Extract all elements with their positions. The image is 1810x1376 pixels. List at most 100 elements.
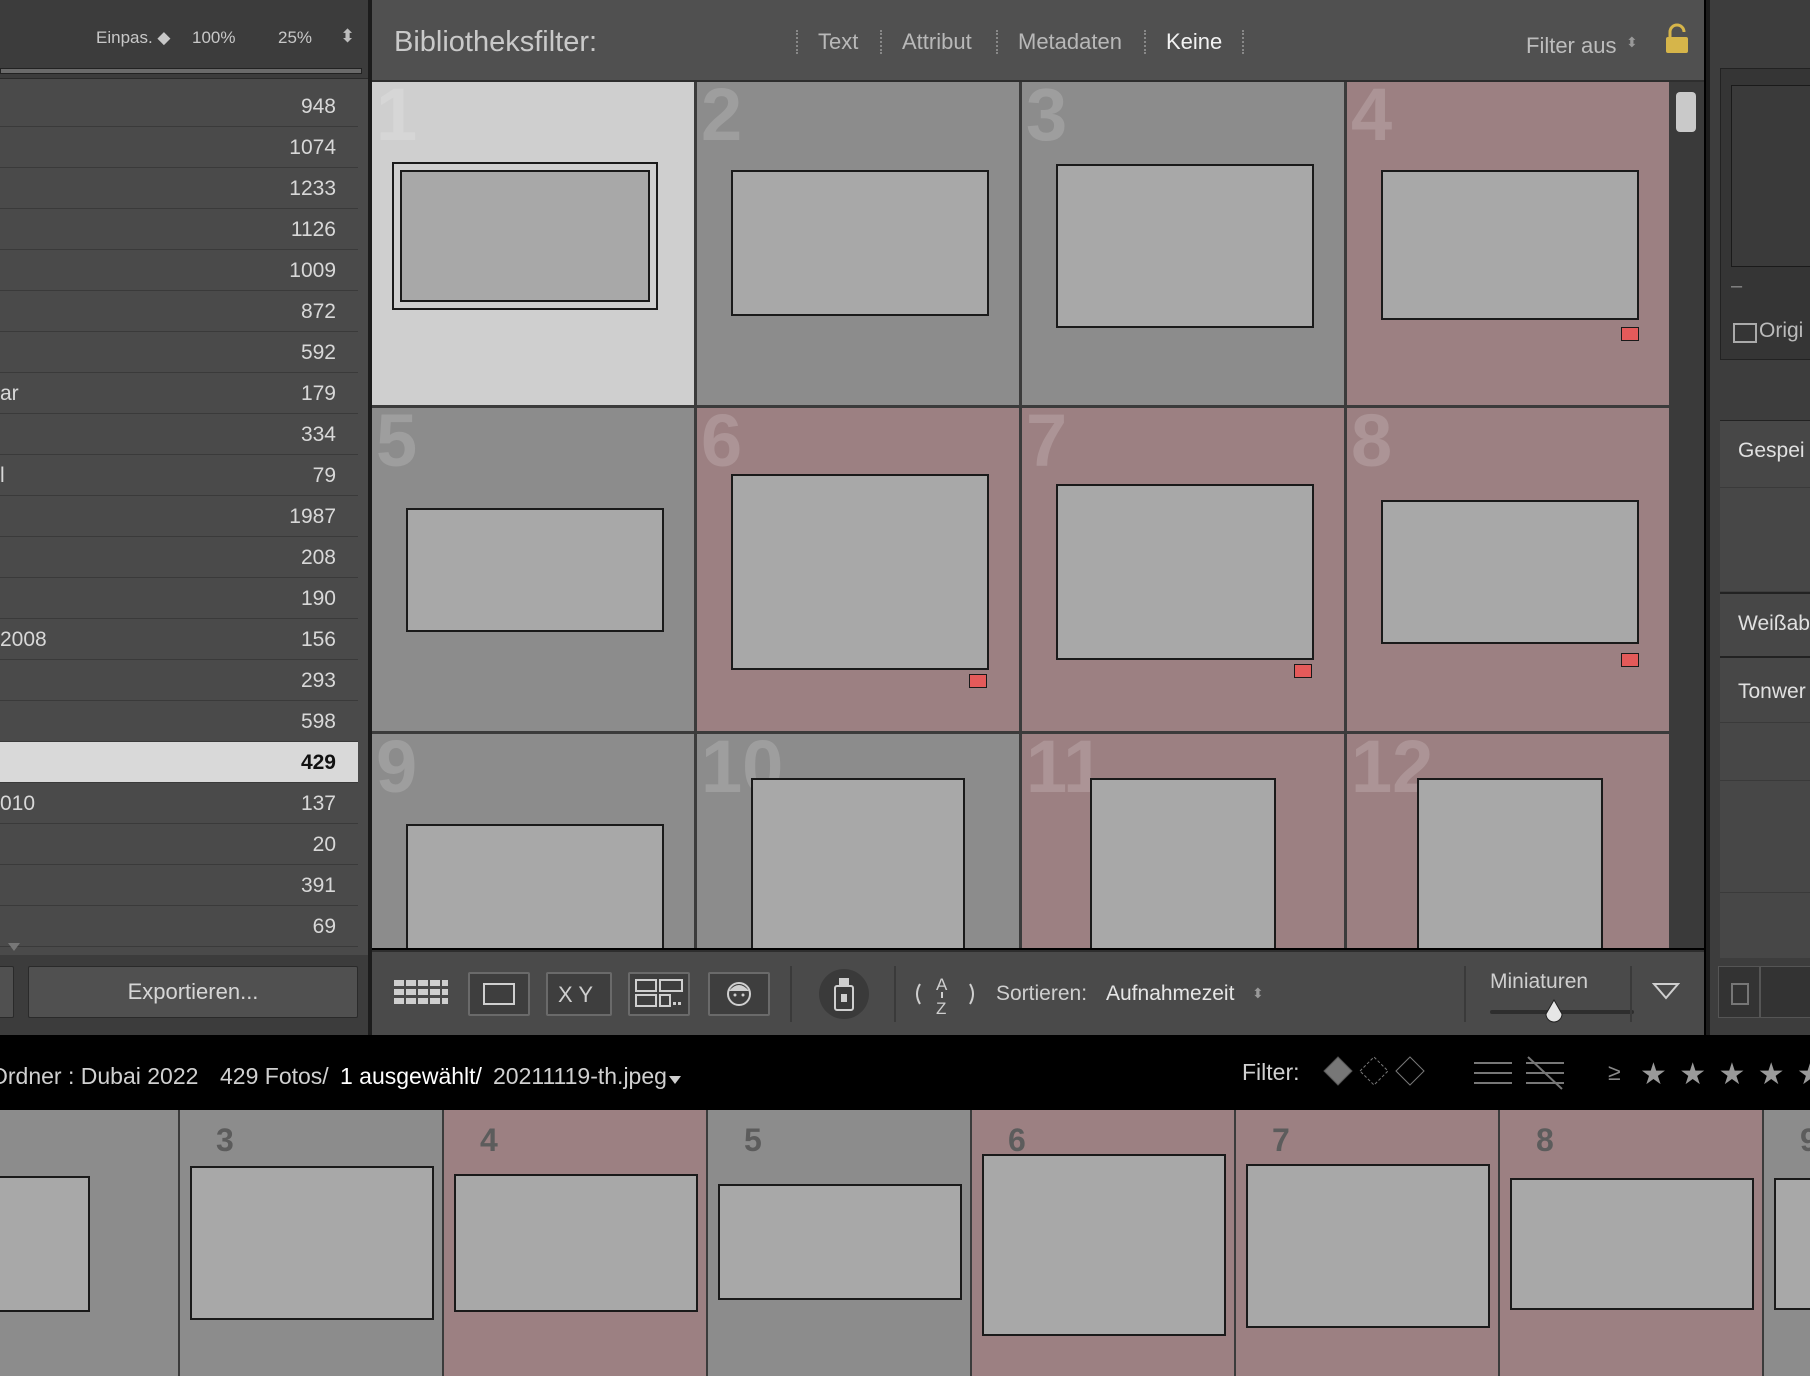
folder-row[interactable]: 1233	[0, 168, 358, 209]
filter-preset-select[interactable]: Filter aus	[1526, 33, 1616, 59]
saved-presets-section[interactable]: Gespei	[1720, 420, 1810, 591]
filmstrip-cell[interactable]: 3	[180, 1110, 445, 1376]
filmstrip-cell[interactable]: 4	[444, 1110, 709, 1376]
filmstrip-thumbnail[interactable]	[0, 1176, 90, 1312]
filmstrip-thumbnail[interactable]	[1510, 1178, 1754, 1310]
folder-row[interactable]: 1987	[0, 496, 358, 537]
photo-thumbnail[interactable]	[1056, 484, 1314, 660]
filmstrip-thumbnail[interactable]	[982, 1154, 1226, 1336]
folder-row[interactable]: 948	[0, 86, 358, 127]
folder-row[interactable]: 010 137	[0, 783, 358, 824]
white-balance-section[interactable]: Weißab	[1720, 592, 1810, 656]
loupe-view-button[interactable]	[468, 972, 530, 1016]
photo-thumbnail[interactable]	[406, 508, 664, 632]
grid-cell[interactable]: 8	[1347, 408, 1669, 731]
zoom-fit-option[interactable]: Einpas. ◆	[96, 28, 171, 48]
photo-thumbnail[interactable]	[400, 170, 650, 302]
current-filename[interactable]: 20211119-th.jpeg	[493, 1063, 667, 1090]
grid-scroll-thumb[interactable]	[1676, 92, 1696, 132]
folder-row[interactable]: 592	[0, 332, 358, 373]
collapse-triangle-icon[interactable]	[8, 943, 20, 951]
toolbar-menu-triangle-icon[interactable]	[1652, 980, 1680, 1002]
edit-filter-icons[interactable]	[1470, 1055, 1580, 1091]
folder-row[interactable]: 391	[0, 865, 358, 906]
chevron-down-icon[interactable]	[668, 1075, 682, 1085]
sort-direction-icon[interactable]: A Z	[912, 970, 978, 1018]
folder-row[interactable]: 1126	[0, 209, 358, 250]
people-view-button[interactable]	[708, 972, 770, 1016]
filmstrip-cell[interactable]: 8	[1500, 1110, 1765, 1376]
filter-tab-metadata[interactable]: Metadaten	[1018, 29, 1122, 55]
filmstrip-cell[interactable]	[0, 1110, 181, 1376]
grid-cell[interactable]: 7	[1022, 408, 1344, 731]
photo-thumbnail[interactable]	[1381, 170, 1639, 320]
grid-cell[interactable]: 5	[372, 408, 694, 731]
folder-row[interactable]: 2008 156	[0, 619, 358, 660]
filmstrip-cell[interactable]: 6	[972, 1110, 1237, 1376]
grid-cell[interactable]: 12	[1347, 734, 1669, 948]
navigator-scrollbar[interactable]	[0, 68, 362, 74]
folder-row[interactable]: 872	[0, 291, 358, 332]
zoom-25-option[interactable]: 25%	[278, 28, 312, 48]
photo-thumbnail[interactable]	[1381, 500, 1639, 644]
lock-icon[interactable]	[1662, 22, 1692, 56]
grid-cell[interactable]: 11	[1022, 734, 1344, 948]
filmstrip-cell[interactable]: 9	[1764, 1110, 1810, 1376]
filmstrip-cell[interactable]: 7	[1236, 1110, 1501, 1376]
folder-source-label[interactable]: Ordner : Dubai 2022	[0, 1063, 198, 1090]
grid-cell[interactable]: 4	[1347, 82, 1669, 405]
original-photo-checkbox[interactable]	[1733, 323, 1757, 343]
grid-cell[interactable]: 2	[697, 82, 1019, 405]
panel-toggle-button[interactable]	[1718, 966, 1760, 1018]
rating-stars[interactable]: ★ ★ ★ ★ ★	[1640, 1057, 1810, 1092]
filmstrip-thumbnail[interactable]	[190, 1166, 434, 1320]
panel-toggle-button[interactable]	[1760, 966, 1810, 1018]
export-button[interactable]: Exportieren...	[28, 966, 358, 1018]
folder-row[interactable]: 190	[0, 578, 358, 619]
survey-view-button[interactable]	[628, 972, 690, 1016]
rating-operator[interactable]: ≥	[1608, 1059, 1621, 1086]
photo-thumbnail[interactable]	[1417, 778, 1603, 948]
chevron-updown-icon[interactable]: ⬍	[1252, 985, 1264, 1002]
grid-view-button[interactable]	[390, 972, 452, 1016]
filmstrip-thumbnail[interactable]	[1774, 1178, 1810, 1310]
photo-thumbnail[interactable]	[731, 170, 989, 316]
sort-select[interactable]: Aufnahmezeit	[1106, 982, 1234, 1006]
photo-thumbnail[interactable]	[1056, 164, 1314, 328]
photo-thumbnail[interactable]	[406, 824, 664, 948]
folder-row[interactable]: ar 179	[0, 373, 358, 414]
photo-thumbnail[interactable]	[1090, 778, 1276, 948]
slider-thumb-icon[interactable]	[1544, 998, 1564, 1024]
folder-row[interactable]: 20	[0, 824, 358, 865]
folder-row[interactable]: 293	[0, 660, 358, 701]
filter-tab-none[interactable]: Keine	[1166, 29, 1222, 55]
grid-cell[interactable]: 9	[372, 734, 694, 948]
folder-row[interactable]: 1074	[0, 127, 358, 168]
filmstrip-cell[interactable]: 5	[708, 1110, 973, 1376]
photo-thumbnail[interactable]	[731, 474, 989, 670]
zoom-100-option[interactable]: 100%	[192, 28, 235, 48]
compare-view-button[interactable]: X Y	[546, 972, 612, 1016]
folder-row[interactable]: 208	[0, 537, 358, 578]
filmstrip-thumbnail[interactable]	[454, 1174, 698, 1312]
grid-cell[interactable]: 1	[372, 82, 694, 405]
filter-tab-attribute[interactable]: Attribut	[902, 29, 972, 55]
filmstrip-thumbnail[interactable]	[718, 1184, 962, 1300]
grid-cell[interactable]: 10	[697, 734, 1019, 948]
zoom-stepper-icon[interactable]: ⬍	[340, 26, 355, 47]
grid-scrollbar[interactable]	[1670, 82, 1704, 948]
folder-row[interactable]: 1009	[0, 250, 358, 291]
tone-section[interactable]: Tonwer	[1720, 656, 1810, 958]
chevron-updown-icon[interactable]: ⬍	[1626, 34, 1638, 51]
grid-cell[interactable]: 6	[697, 408, 1019, 731]
import-button[interactable]	[0, 966, 14, 1018]
folder-row[interactable]: 429	[0, 742, 358, 783]
folder-row[interactable]: 69	[0, 906, 358, 947]
filter-tab-text[interactable]: Text	[818, 29, 858, 55]
folder-row[interactable]: l 79	[0, 455, 358, 496]
folder-row[interactable]: 334	[0, 414, 358, 455]
painter-spray-icon[interactable]	[818, 968, 870, 1020]
photo-thumbnail[interactable]	[751, 778, 965, 948]
flag-filter-icons[interactable]	[1320, 1053, 1430, 1093]
filmstrip-thumbnail[interactable]	[1246, 1164, 1490, 1328]
